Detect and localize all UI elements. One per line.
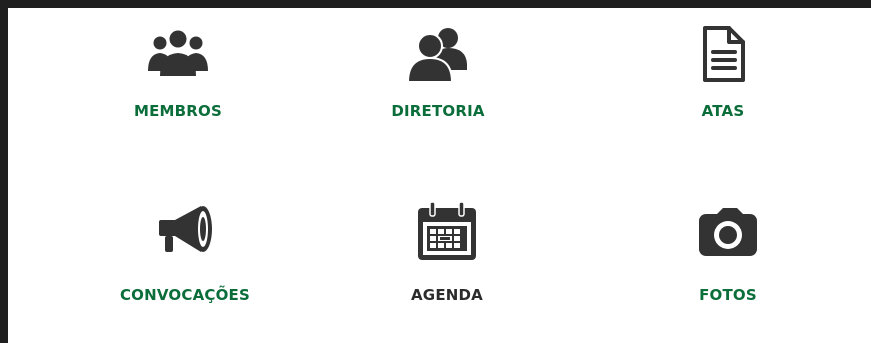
tile-membros[interactable]: MEMBROS [78, 22, 278, 142]
tile-label: MEMBROS [133, 102, 223, 120]
megaphone-icon [159, 206, 212, 252]
tile-label: AGENDA [411, 286, 483, 304]
camera-icon [699, 208, 757, 256]
tile-label: CONVOCAÇÕES [119, 286, 251, 304]
tile-atas[interactable]: ATAS [623, 22, 823, 142]
users-icon [406, 28, 467, 82]
document-icon [703, 26, 745, 82]
tile-label: DIRETORIA [391, 102, 485, 120]
tile-agenda[interactable]: AGENDA [347, 200, 547, 320]
group-icon [148, 30, 208, 76]
tile-convocacoes[interactable]: CONVOCAÇÕES [85, 200, 285, 320]
tile-label: ATAS [701, 102, 745, 120]
tile-label: FOTOS [699, 286, 757, 304]
tile-diretoria[interactable]: DIRETORIA [338, 22, 538, 142]
menu-panel: MEMBROS DIRETORIA ATAS CONVOCAÇÕES AGEND… [8, 8, 871, 343]
tile-fotos[interactable]: FOTOS [628, 200, 828, 320]
calendar-icon [418, 201, 476, 260]
